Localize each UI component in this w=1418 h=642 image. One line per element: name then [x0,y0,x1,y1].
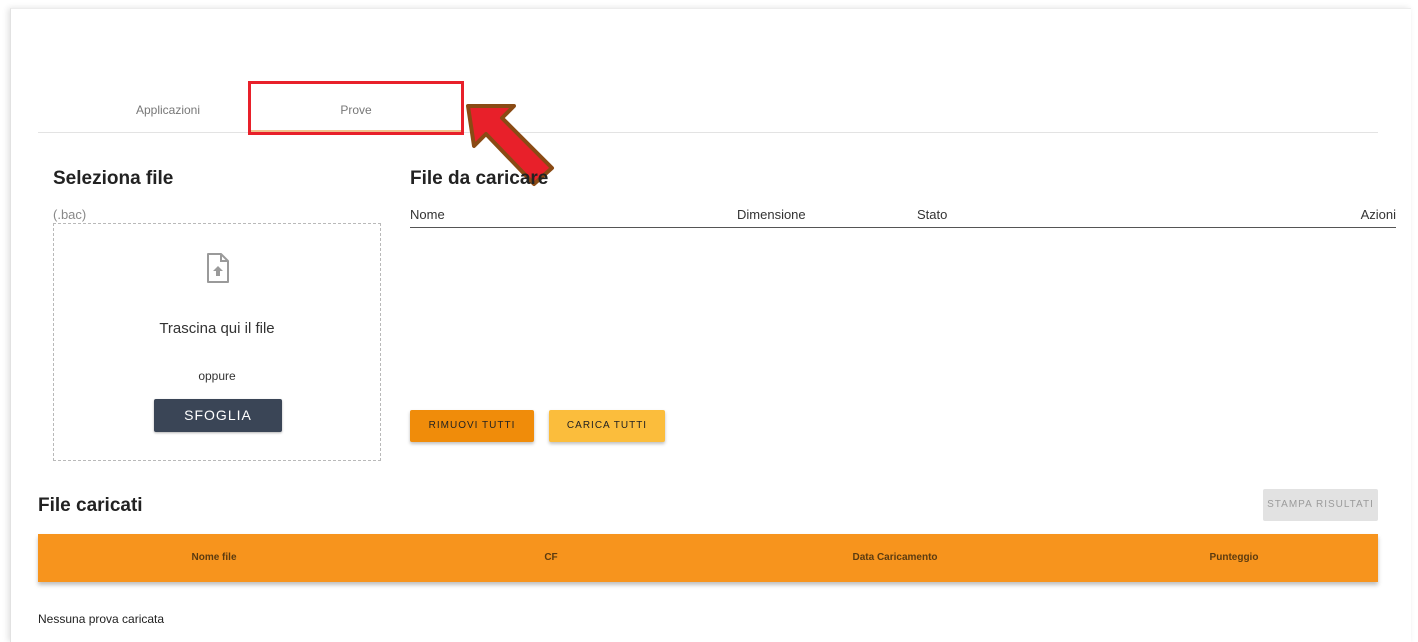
upload-queue-header: Nome Dimensione Stato Azioni [410,203,1396,228]
remove-all-button[interactable]: RIMUOVI TUTTI [410,410,534,442]
column-stato: Stato [917,207,948,222]
or-label: oppure [198,369,236,383]
tab-prove[interactable]: Prove [250,88,462,132]
column-nome-file[interactable]: Nome file [191,552,236,563]
tab-applicazioni-label: Applicazioni [135,103,201,117]
results-table-header: Nome file CF Data Caricamento Punteggio [38,534,1378,582]
file-dropzone[interactable]: Trascina qui il file oppure SFOGLIA [53,223,381,461]
tab-bar: Applicazioni Prove [38,88,1378,133]
print-results-button[interactable]: STAMPA RISULTATI [1263,489,1378,521]
select-file-title: Seleziona file [53,168,174,189]
column-dimensione: Dimensione [737,207,806,222]
column-data-caricamento[interactable]: Data Caricamento [852,552,937,563]
tab-applicazioni[interactable]: Applicazioni [78,88,258,132]
uploaded-files-title: File caricati [38,495,143,516]
browse-button[interactable]: SFOGLIA [154,399,282,432]
extension-hint: (.bac) [53,207,87,222]
column-nome: Nome [410,207,445,222]
column-cf[interactable]: CF [544,552,557,563]
upload-all-button[interactable]: CARICA TUTTI [549,410,665,442]
empty-results-message: Nessuna prova caricata [38,612,165,626]
active-tab-indicator [250,130,462,132]
tab-prove-label: Prove [340,103,372,117]
file-upload-icon [207,253,229,283]
column-azioni: Azioni [1360,207,1396,222]
upload-queue-title: File da caricare [410,168,549,189]
drop-instructions: Trascina qui il file [159,320,275,337]
column-punteggio[interactable]: Punteggio [1210,552,1259,563]
